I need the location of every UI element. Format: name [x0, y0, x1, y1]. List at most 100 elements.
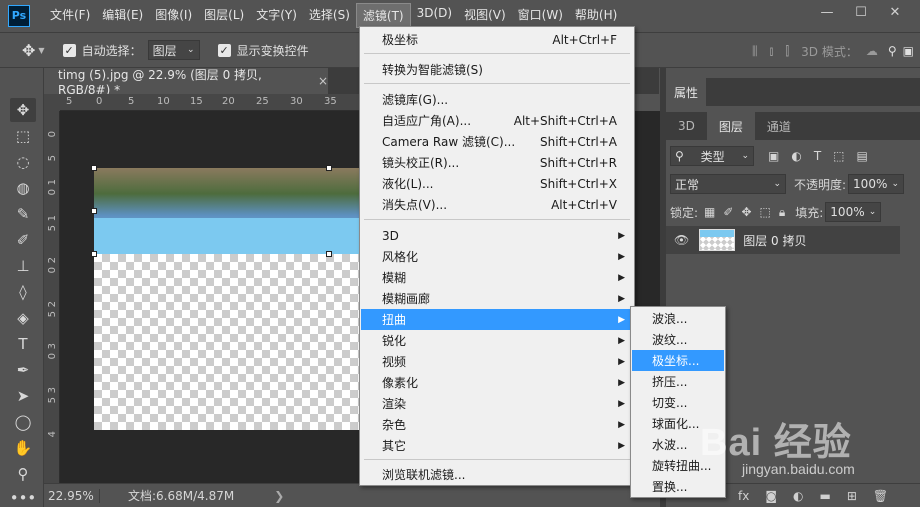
- menu-3d[interactable]: 3D(D): [411, 3, 458, 28]
- menu-item-3d[interactable]: 3D ▶: [361, 225, 633, 246]
- tool-preset-caret-icon[interactable]: ▼: [38, 46, 44, 55]
- tab-3d[interactable]: 3D: [666, 112, 707, 140]
- distribute-icon[interactable]: ⫾: [769, 44, 773, 59]
- brush-tool-icon[interactable]: ✐: [10, 228, 36, 252]
- menu-item-adaptive-wide-angle[interactable]: 自适应广角(A)... Alt+Shift+Ctrl+A: [361, 110, 633, 131]
- menu-item-vanishing-point[interactable]: 消失点(V)... Alt+Ctrl+V: [361, 194, 633, 215]
- menu-item-polar-coordinates-last[interactable]: 极坐标 Alt+Ctrl+F: [361, 29, 633, 50]
- transform-handle[interactable]: [91, 165, 97, 171]
- menu-item-liquify[interactable]: 液化(L)... Shift+Ctrl+X: [361, 173, 633, 194]
- document-tab[interactable]: timg (5).jpg @ 22.9% (图层 0 拷贝, RGB/8#) *…: [44, 68, 328, 97]
- distribute-center-icon[interactable]: ⫿: [785, 44, 789, 59]
- menu-item-distort[interactable]: 扭曲 ▶: [361, 309, 633, 330]
- filter-smart-icon[interactable]: ▤: [857, 149, 868, 163]
- menu-item-blur-gallery[interactable]: 模糊画廊 ▶: [361, 288, 633, 309]
- menu-item-convert-smart-filter[interactable]: 转换为智能滤镜(S): [361, 59, 633, 80]
- menu-layer[interactable]: 图层(L): [198, 3, 250, 28]
- submenu-item-pinch[interactable]: 挤压...: [632, 371, 724, 392]
- lock-transparent-icon[interactable]: ▦: [704, 205, 715, 219]
- menu-image[interactable]: 图像(I): [149, 3, 198, 28]
- hand-tool-icon[interactable]: ✋: [10, 436, 36, 460]
- menu-view[interactable]: 视图(V): [458, 3, 512, 28]
- auto-select-checkbox[interactable]: ✓: [62, 43, 76, 57]
- type-tool-icon[interactable]: T: [10, 332, 36, 356]
- transform-handle[interactable]: [91, 251, 97, 257]
- path-select-tool-icon[interactable]: ➤: [10, 384, 36, 408]
- menu-item-render[interactable]: 渲染 ▶: [361, 393, 633, 414]
- submenu-item-ripple[interactable]: 波纹...: [632, 329, 724, 350]
- menu-item-noise[interactable]: 杂色 ▶: [361, 414, 633, 435]
- filter-type-icon[interactable]: T: [814, 149, 821, 163]
- tab-layers[interactable]: 图层: [706, 112, 755, 140]
- submenu-item-twirl[interactable]: 旋转扭曲...: [632, 455, 724, 476]
- submenu-item-zigzag[interactable]: 水波...: [632, 434, 724, 455]
- fx-icon[interactable]: fx: [738, 489, 749, 503]
- transform-handle[interactable]: [91, 208, 97, 214]
- menu-item-filter-gallery[interactable]: 滤镜库(G)...: [361, 89, 633, 110]
- menu-type[interactable]: 文字(Y): [250, 3, 303, 28]
- transform-handle[interactable]: [326, 251, 332, 257]
- submenu-item-wave[interactable]: 波浪...: [632, 308, 724, 329]
- menu-window[interactable]: 窗口(W): [512, 3, 569, 28]
- zoom-level[interactable]: 22.95%: [44, 488, 100, 503]
- pen-tool-icon[interactable]: ✒: [10, 358, 36, 382]
- lock-pixels-icon[interactable]: ✐: [723, 205, 733, 219]
- close-button[interactable]: ✕: [878, 0, 912, 24]
- search-icon[interactable]: ⚲: [888, 44, 897, 58]
- bucket-tool-icon[interactable]: ◈: [10, 306, 36, 330]
- layer-filter-dropdown[interactable]: ⚲ 类型 ⌄: [670, 146, 754, 166]
- group-folder-icon[interactable]: ▬: [819, 489, 830, 503]
- opacity-field[interactable]: 100% ⌄: [848, 174, 905, 194]
- layer-mask-icon[interactable]: ◙: [765, 489, 777, 503]
- auto-select-dropdown[interactable]: 图层 ⌄: [147, 40, 200, 60]
- menu-item-stylize[interactable]: 风格化 ▶: [361, 246, 633, 267]
- stamp-tool-icon[interactable]: ⊥: [10, 254, 36, 278]
- ellipse-tool-icon[interactable]: ◯: [10, 410, 36, 434]
- new-layer-icon[interactable]: ⊞: [847, 489, 857, 503]
- orbit-3d-icon[interactable]: ☁: [866, 44, 878, 58]
- marquee-tool-icon[interactable]: ⬚: [10, 124, 36, 148]
- filter-pixel-icon[interactable]: ▣: [768, 149, 779, 163]
- adjustment-layer-icon[interactable]: ◐: [793, 489, 803, 503]
- filter-shape-icon[interactable]: ⬚: [833, 149, 844, 163]
- menu-item-blur[interactable]: 模糊 ▶: [361, 267, 633, 288]
- menu-item-lens-correction[interactable]: 镜头校正(R)... Shift+Ctrl+R: [361, 152, 633, 173]
- menu-item-camera-raw[interactable]: Camera Raw 滤镜(C)... Shift+Ctrl+A: [361, 131, 633, 152]
- transform-handle[interactable]: [326, 165, 332, 171]
- lock-artboard-icon[interactable]: ⬚: [760, 205, 771, 219]
- trash-icon[interactable]: 🗑︎: [873, 489, 888, 503]
- quick-select-tool-icon[interactable]: ◍: [10, 176, 36, 200]
- filter-adjustment-icon[interactable]: ◐: [791, 149, 801, 163]
- menu-item-video[interactable]: 视频 ▶: [361, 351, 633, 372]
- tab-properties[interactable]: 属性: [666, 78, 706, 106]
- menu-edit[interactable]: 编辑(E): [96, 3, 149, 28]
- menu-file[interactable]: 文件(F): [44, 3, 96, 28]
- menu-item-browse-online-filters[interactable]: 浏览联机滤镜...: [361, 464, 633, 485]
- more-tools-icon[interactable]: •••: [10, 486, 37, 507]
- minimize-button[interactable]: —: [810, 0, 844, 24]
- menu-item-sharpen[interactable]: 锐化 ▶: [361, 330, 633, 351]
- transparent-area[interactable]: [94, 254, 360, 430]
- tab-channels[interactable]: 通道: [755, 112, 803, 140]
- status-menu-arrow-icon[interactable]: ❯: [274, 489, 284, 503]
- show-transform-checkbox[interactable]: ✓: [217, 43, 231, 57]
- eyedropper-tool-icon[interactable]: ✎: [10, 202, 36, 226]
- close-icon[interactable]: ×: [318, 74, 328, 88]
- submenu-item-polar-coordinates[interactable]: 极坐标...: [632, 350, 724, 371]
- submenu-item-spherize[interactable]: 球面化...: [632, 413, 724, 434]
- menu-help[interactable]: 帮助(H): [569, 3, 623, 28]
- lock-all-icon[interactable]: 🔒︎: [779, 205, 785, 220]
- workspace-icon[interactable]: ▣: [903, 44, 914, 58]
- lock-position-icon[interactable]: ✥: [741, 205, 751, 219]
- menu-select[interactable]: 选择(S): [303, 3, 356, 28]
- menu-item-other[interactable]: 其它 ▶: [361, 435, 633, 456]
- submenu-item-shear[interactable]: 切变...: [632, 392, 724, 413]
- zoom-tool-icon[interactable]: ⚲: [10, 462, 36, 486]
- lasso-tool-icon[interactable]: ◌: [10, 150, 36, 174]
- blend-mode-dropdown[interactable]: 正常 ⌄: [670, 174, 786, 194]
- image-layer-content[interactable]: [94, 168, 360, 254]
- menu-filter[interactable]: 滤镜(T): [355, 3, 411, 28]
- menu-item-pixelate[interactable]: 像素化 ▶: [361, 372, 633, 393]
- layer-name[interactable]: 图层 0 拷贝: [743, 232, 806, 249]
- move-tool-icon[interactable]: ✥: [10, 98, 36, 122]
